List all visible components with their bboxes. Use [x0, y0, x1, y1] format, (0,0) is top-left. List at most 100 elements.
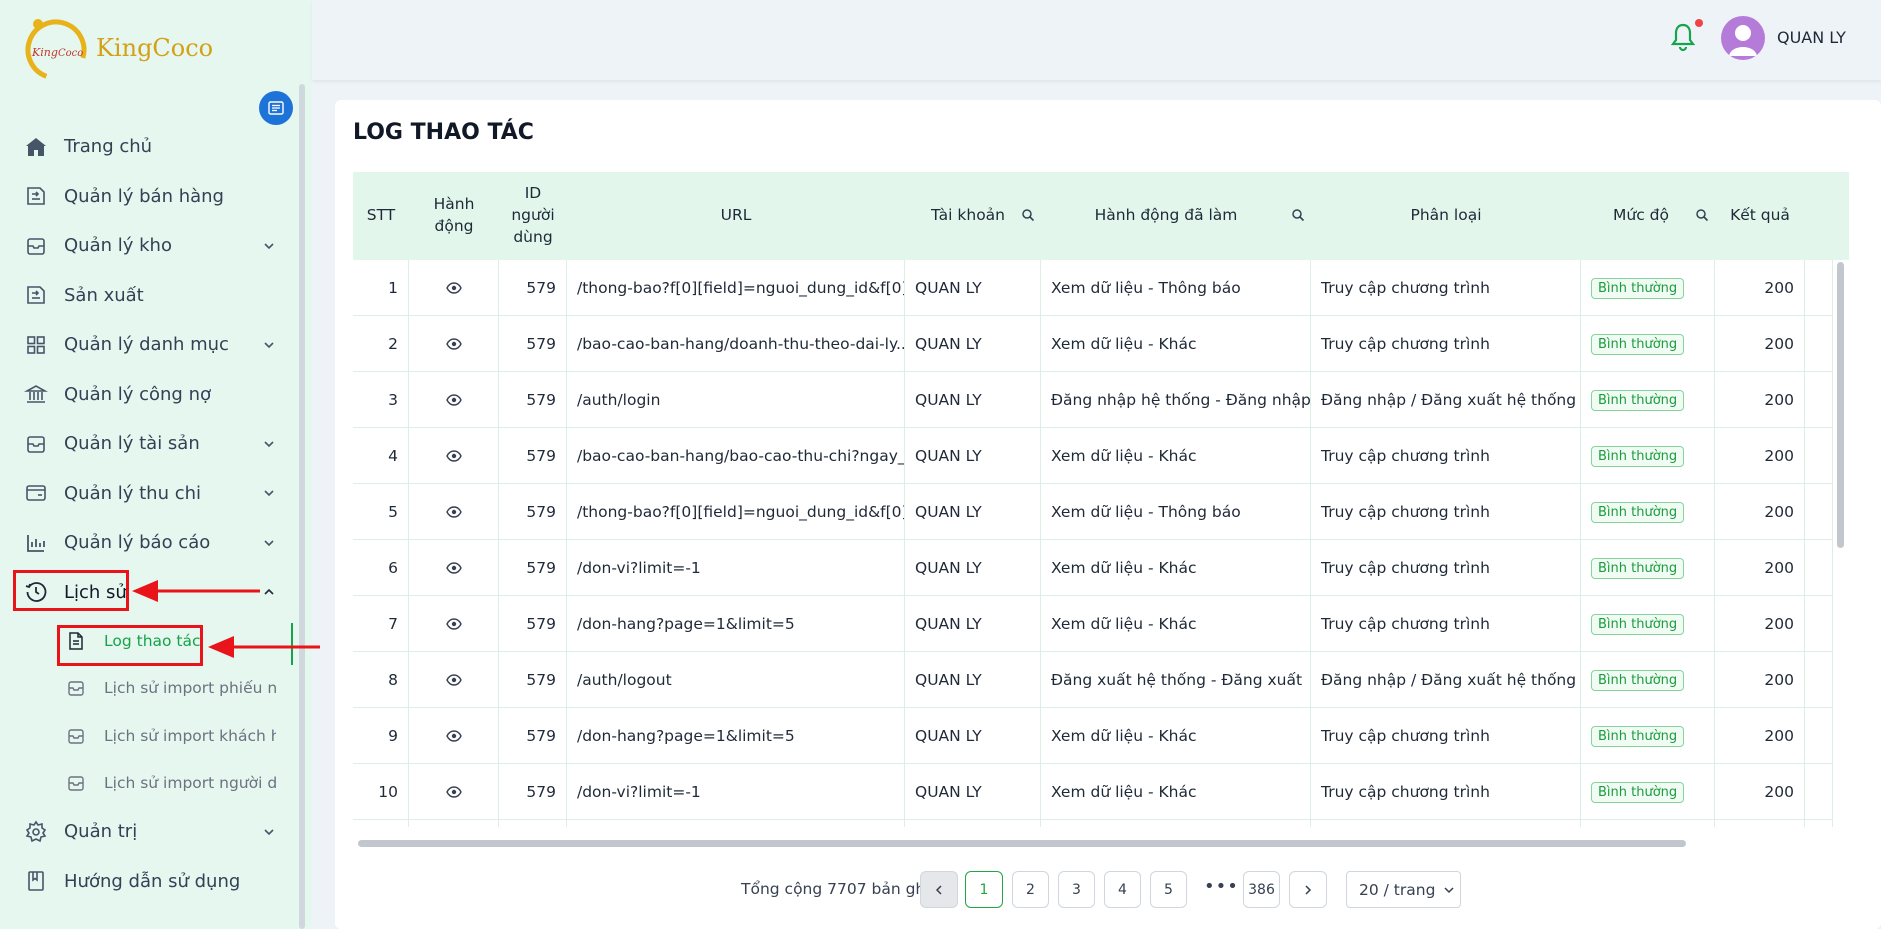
cell-action — [409, 428, 499, 484]
chevron-down-icon — [264, 490, 274, 497]
sidebar-item-label: Quản lý tài sản — [64, 433, 200, 455]
cell-level: Bình thường — [1581, 428, 1715, 484]
col-header-user-id: ID người dùng — [511, 184, 555, 246]
table-row: 3 579/auth/login QUAN LY Đăng nhập hệ thống… — [353, 372, 1833, 428]
table-row: 4 579/bao-cao-ban-hang/bao-cao-thu-chi?ng… — [353, 428, 1833, 484]
cell-level: Bình thường — [1581, 540, 1715, 596]
table-row: 2 579/bao-cao-ban-hang/doanh-thu-theo-dai… — [353, 316, 1833, 372]
page-size-select[interactable]: 20 / trang — [1346, 871, 1461, 908]
col-header-stt: STT — [366, 206, 396, 225]
sidebar-subitem-import-user[interactable]: Lịch sử import người dùng — [0, 760, 300, 808]
eye-icon[interactable] — [445, 730, 462, 742]
sidebar-item-home[interactable]: Trang chủ — [0, 122, 300, 172]
eye-icon[interactable] — [445, 618, 462, 630]
wallet-icon — [24, 481, 48, 505]
page-button-1[interactable]: 1 — [965, 871, 1003, 908]
cell-account-text: QUAN LY — [915, 279, 982, 297]
eye-icon[interactable] — [445, 394, 462, 406]
sidebar-item-label: Trang chủ — [64, 136, 153, 158]
cell-result: 200 — [1715, 316, 1805, 372]
sidebar-item-label: Sản xuất — [64, 284, 144, 306]
sidebar-item-guide[interactable]: Hướng dẫn sử dụng — [0, 857, 300, 907]
menu-fold-icon — [268, 101, 284, 115]
page-button-4[interactable]: 4 — [1104, 871, 1141, 908]
table-row — [353, 820, 1833, 827]
sidebar-item-production[interactable]: Sản xuất — [0, 271, 300, 321]
annotation-box-history — [13, 570, 129, 611]
sidebar-item-reports[interactable]: Quản lý báo cáo — [0, 518, 300, 568]
cell-category-text: Truy cập chương trình — [1321, 447, 1490, 465]
collapse-sidebar-button[interactable] — [259, 91, 293, 125]
page-button-5[interactable]: 5 — [1150, 871, 1187, 908]
page-button-3[interactable]: 3 — [1058, 871, 1095, 908]
status-badge: Bình thường — [1591, 501, 1685, 523]
kingcoco-logo-icon: King Coco — [24, 14, 92, 82]
cell-url-text: /bao-cao-ban-hang/bao-cao-thu-chi?ngay_.… — [577, 447, 905, 465]
user-name[interactable]: QUAN LY — [1777, 28, 1846, 47]
cell-account: QUAN LY — [905, 316, 1041, 372]
chevron-down-icon — [264, 243, 274, 249]
table-row: 9 579/don-hang?page=1&limit=5 QUAN LY Xem d… — [353, 708, 1833, 764]
cell-result-text: 200 — [1764, 447, 1794, 465]
search-icon[interactable] — [1291, 208, 1305, 222]
cell-action — [409, 764, 499, 820]
cell-spacer — [1805, 652, 1833, 708]
inbox-icon — [66, 726, 86, 746]
page-title: LOG THAO TÁC — [353, 120, 534, 145]
eye-icon[interactable] — [445, 282, 462, 294]
sidebar-item-sales[interactable]: Quản lý bán hàng — [0, 172, 300, 222]
cell-account: QUAN LY — [905, 764, 1041, 820]
cell-user-id — [499, 820, 567, 827]
cell-category: Truy cập chương trình — [1311, 708, 1581, 764]
cell-category — [1311, 820, 1581, 827]
page-button-last[interactable]: 386 — [1243, 871, 1280, 908]
eye-icon[interactable] — [445, 562, 462, 574]
eye-icon[interactable] — [445, 674, 462, 686]
brand-logo[interactable]: King Coco KingCoco — [24, 14, 213, 82]
cell-result-text: 200 — [1764, 559, 1794, 577]
sidebar-item-assets[interactable]: Quản lý tài sản — [0, 419, 300, 469]
svg-text:Coco: Coco — [58, 48, 83, 59]
sidebar-item-income-expense[interactable]: Quản lý thu chi — [0, 469, 300, 519]
chevron-down-icon — [264, 829, 274, 835]
search-icon[interactable] — [1021, 208, 1035, 222]
inbox-icon — [66, 678, 86, 698]
cell-url: /don-hang?page=1&limit=5 — [567, 708, 905, 764]
cell-category-text: Truy cập chương trình — [1321, 335, 1490, 353]
page-button-2[interactable]: 2 — [1012, 871, 1049, 908]
cell-stt-text: 3 — [388, 391, 398, 409]
next-page-button[interactable] — [1289, 871, 1327, 908]
cell-category-text: Truy cập chương trình — [1321, 503, 1490, 521]
eye-icon[interactable] — [445, 506, 462, 518]
sidebar-item-catalog[interactable]: Quản lý danh mục — [0, 320, 300, 370]
sidebar-subitem-import-customer[interactable]: Lịch sử import khách hàng — [0, 712, 300, 760]
prev-page-button[interactable] — [920, 871, 958, 908]
pagination-ellipsis[interactable]: ••• — [1204, 876, 1239, 897]
search-icon[interactable] — [1695, 208, 1709, 222]
total-records: Tổng cộng 7707 bản ghi — [741, 880, 930, 898]
bell-icon[interactable] — [1670, 22, 1696, 52]
table-row: 1 579/thong-bao?f[0][field]=nguoi_dung_id… — [353, 260, 1833, 316]
cell-url-text: /thong-bao?f[0][field]=nguoi_dung_id&f[0… — [577, 503, 905, 521]
sidebar-item-warehouse[interactable]: Quản lý kho — [0, 221, 300, 271]
cell-action-done-text: Xem dữ liệu - Thông báo — [1051, 503, 1241, 521]
notification-dot — [1695, 19, 1703, 27]
sidebar-item-debt[interactable]: Quản lý công nợ — [0, 370, 300, 420]
table-vertical-scrollbar[interactable] — [1837, 262, 1844, 548]
cell-category-text: Truy cập chương trình — [1321, 559, 1490, 577]
avatar[interactable] — [1721, 16, 1765, 60]
eye-icon[interactable] — [445, 338, 462, 350]
cell-action-done: Xem dữ liệu - Khác — [1041, 540, 1311, 596]
sidebar-item-admin[interactable]: Quản trị — [0, 807, 300, 857]
eye-icon[interactable] — [445, 450, 462, 462]
cell-result: 200 — [1715, 540, 1805, 596]
cell-account: QUAN LY — [905, 540, 1041, 596]
eye-icon[interactable] — [445, 786, 462, 798]
table-row: 6 579/don-vi?limit=-1 QUAN LY Xem dữ liệu -… — [353, 540, 1833, 596]
cell-result-text: 200 — [1764, 503, 1794, 521]
table-horizontal-scrollbar[interactable] — [358, 840, 1686, 847]
cell-url-text: /auth/logout — [577, 671, 672, 689]
log-table: STT Hành động ID người dùng URL Tài khoả… — [353, 172, 1849, 827]
sidebar-subitem-import-receipt[interactable]: Lịch sử import phiếu nhập — [0, 665, 300, 713]
table-row: 7 579/don-hang?page=1&limit=5 QUAN LY Xem d… — [353, 596, 1833, 652]
